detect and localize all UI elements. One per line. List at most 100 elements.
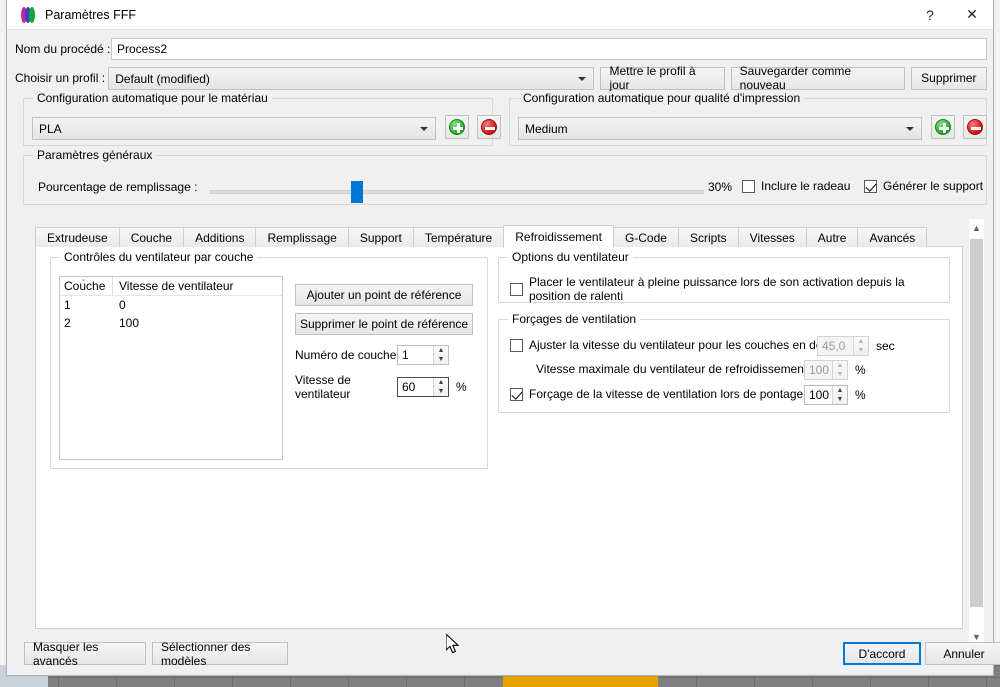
bridging-fan-speed-spinner[interactable]: 100 ▲ ▼ (804, 385, 848, 405)
adjust-fan-speed-checkbox[interactable]: Ajuster la vitesse du ventilateur pour l… (510, 338, 854, 352)
fan-options-group: Options du ventilateur Placer le ventila… (498, 250, 950, 303)
tab-remplissage[interactable]: Remplissage (255, 227, 349, 247)
spinner-buttons[interactable]: ▲ ▼ (433, 346, 448, 364)
profile-select-value: Default (modified) (115, 71, 210, 86)
bridging-fan-speed-label: Forçage de la vitesse de ventilation lor… (529, 387, 804, 401)
tab-gcode[interactable]: G-Code (612, 227, 679, 247)
spinner-up-icon[interactable]: ▲ (854, 337, 868, 346)
spinner-up-icon[interactable]: ▲ (833, 361, 847, 370)
cancel-button[interactable]: Annuler (925, 642, 1000, 665)
spinner-up-icon[interactable]: ▲ (434, 346, 448, 355)
mouse-cursor (445, 632, 460, 655)
fan-layer-controls-group: Contrôles du ventilateur par couche ⌄ Co… (50, 250, 488, 654)
adjust-fan-speed-spinner[interactable]: 45,0 ▲ ▼ (817, 336, 869, 356)
help-button[interactable]: ? (909, 0, 951, 30)
spinner-up-icon[interactable]: ▲ (833, 386, 847, 395)
spinner-buttons[interactable]: ▲ ▼ (433, 378, 448, 396)
close-button[interactable]: ✕ (951, 0, 993, 30)
quality-autoconfig-group: Configuration automatique pour qualité d… (509, 91, 987, 146)
fan-speed-value: 60 (402, 380, 416, 394)
cell-fan-speed: 0 (119, 298, 126, 312)
settings-scrollbar[interactable]: ▲ ▼ (968, 218, 985, 646)
tab-refroidissement[interactable]: Refroidissement (503, 225, 614, 248)
quality-select[interactable]: Medium (518, 117, 922, 140)
tab-autre[interactable]: Autre (805, 227, 859, 247)
max-fan-speed-value-row: 100 ▲ ▼ % (804, 360, 866, 380)
tab-couche[interactable]: Couche (118, 227, 185, 247)
profile-select[interactable]: Default (modified) (108, 66, 595, 90)
chevron-down-icon (578, 76, 587, 81)
remove-material-button[interactable] (477, 115, 501, 139)
infill-slider[interactable] (210, 190, 704, 194)
cell-layer: 1 (64, 298, 71, 312)
spinner-down-icon[interactable]: ▼ (833, 395, 847, 404)
update-profile-button[interactable]: Mettre le profil à jour (600, 64, 725, 92)
chevron-down-icon (420, 127, 428, 131)
fan-layer-group-title: Contrôles du ventilateur par couche (60, 250, 258, 264)
max-fan-speed-unit: % (855, 363, 866, 377)
scrollbar-thumb[interactable] (970, 239, 983, 607)
tab-extrudeuse[interactable]: Extrudeuse (35, 227, 120, 247)
tab-avances[interactable]: Avancés (857, 227, 928, 247)
checkbox-checked-icon (864, 179, 877, 193)
table-row[interactable]: 1 0 (60, 296, 282, 314)
delete-profile-button[interactable]: Supprimer (910, 66, 987, 90)
tab-vitesses[interactable]: Vitesses (737, 227, 807, 247)
minus-circle-icon (967, 119, 983, 135)
column-header-fan-speed[interactable]: Vitesse de ventilateur (113, 279, 234, 293)
spinner-down-icon[interactable]: ▼ (434, 355, 448, 364)
spinner-down-icon[interactable]: ▼ (854, 346, 868, 355)
bridging-fan-speed-value: 100 (809, 388, 830, 402)
include-raft-checkbox[interactable]: Inclure le radeau (742, 179, 850, 193)
remove-quality-button[interactable] (963, 115, 987, 139)
settings-tabstrip: Extrudeuse Couche Additions Remplissage … (35, 225, 928, 248)
add-quality-button[interactable] (931, 115, 955, 139)
max-fan-speed-label: Vitesse maximale du ventilateur de refro… (536, 362, 808, 376)
adjust-fan-speed-value-row: 45,0 ▲ ▼ sec (817, 336, 895, 356)
cell-layer: 2 (64, 316, 71, 330)
spinner-buttons[interactable]: ▲ ▼ (853, 337, 868, 355)
generate-support-checkbox[interactable]: Générer le support (864, 179, 983, 193)
select-models-button[interactable]: Sélectionner des modèles (152, 640, 288, 668)
fan-speed-row: Vitesse de ventilateur 60 ▲ ▼ % (295, 373, 467, 401)
scroll-up-icon[interactable]: ▲ (969, 219, 984, 236)
tab-additions[interactable]: Additions (183, 227, 257, 247)
save-as-new-profile-button[interactable]: Sauvegarder comme nouveau (730, 64, 905, 92)
adjust-fan-speed-value: 45,0 (822, 339, 846, 353)
fan-speed-label: Vitesse de ventilateur (295, 373, 351, 401)
add-material-button[interactable] (445, 115, 469, 139)
max-fan-speed-spinner[interactable]: 100 ▲ ▼ (804, 360, 848, 380)
fan-full-power-checkbox[interactable]: Placer le ventilateur à pleine puissance… (510, 275, 949, 303)
fan-speed-spinner[interactable]: 60 ▲ ▼ (397, 377, 449, 397)
spinner-buttons[interactable]: ▲ ▼ (832, 361, 847, 379)
spinner-down-icon[interactable]: ▼ (833, 370, 847, 379)
layer-number-label: Numéro de couche (295, 348, 397, 362)
fan-overrides-group: Forçages de ventilation Ajuster la vites… (498, 312, 950, 413)
dialog-footer: Masquer les avancés Sélectionner des mod… (7, 633, 1000, 675)
process-name-input[interactable] (111, 38, 987, 60)
fan-setpoints-table[interactable]: ⌄ Couche Vitesse de ventilateur 1 0 2 10… (59, 276, 283, 460)
spinner-buttons[interactable]: ▲ ▼ (832, 386, 847, 404)
infill-percentage-value: 30% (708, 180, 733, 194)
layer-number-value: 1 (402, 348, 409, 362)
material-select-value: PLA (39, 122, 62, 136)
tab-support[interactable]: Support (347, 227, 414, 247)
material-select[interactable]: PLA (32, 117, 436, 140)
spinner-up-icon[interactable]: ▲ (434, 378, 448, 387)
ok-button[interactable]: D'accord (843, 642, 921, 665)
infill-slider-thumb[interactable] (351, 181, 363, 203)
general-params-group: Paramètres généraux Pourcentage de rempl… (23, 148, 987, 205)
bridging-fan-speed-checkbox[interactable]: Forçage de la vitesse de ventilation lor… (510, 387, 803, 401)
quality-select-value: Medium (525, 122, 568, 136)
layer-number-spinner[interactable]: 1 ▲ ▼ (397, 345, 449, 365)
process-name-label: Nom du procédé : (15, 42, 111, 56)
sort-ascending-icon: ⌄ (80, 276, 87, 283)
spinner-down-icon[interactable]: ▼ (434, 387, 448, 396)
tab-temperature[interactable]: Température (412, 227, 505, 247)
remove-setpoint-button[interactable]: Supprimer le point de référence (295, 313, 473, 335)
table-row[interactable]: 2 100 (60, 314, 282, 332)
hide-advanced-button[interactable]: Masquer les avancés (24, 640, 146, 668)
tab-scripts[interactable]: Scripts (677, 227, 739, 247)
generate-support-label: Générer le support (883, 179, 984, 193)
add-setpoint-button[interactable]: Ajouter un point de référence (295, 284, 473, 306)
